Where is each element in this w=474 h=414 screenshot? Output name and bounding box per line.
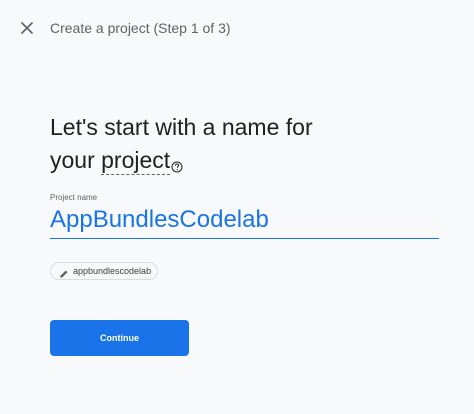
project-name-input[interactable] [50,201,439,239]
page-header: Create a project (Step 1 of 3) [0,0,474,56]
pencil-icon [59,266,69,278]
help-circle-icon[interactable] [171,149,183,173]
project-term-link[interactable]: project [101,147,171,175]
heading-line-2-prefix: your [50,147,102,173]
project-id-text: appbundlescodelab [73,266,152,276]
wizard-step-title: Create a project (Step 1 of 3) [50,20,231,36]
close-button[interactable] [16,17,38,39]
page-heading: Let's start with a name for your project [50,111,450,177]
project-id-chip[interactable]: appbundlescodelab [50,262,159,280]
continue-button[interactable]: Continue [50,320,189,356]
heading-line-1: Let's start with a name for [50,114,313,140]
close-icon [21,22,33,34]
heading-line-2: your project [50,144,450,177]
